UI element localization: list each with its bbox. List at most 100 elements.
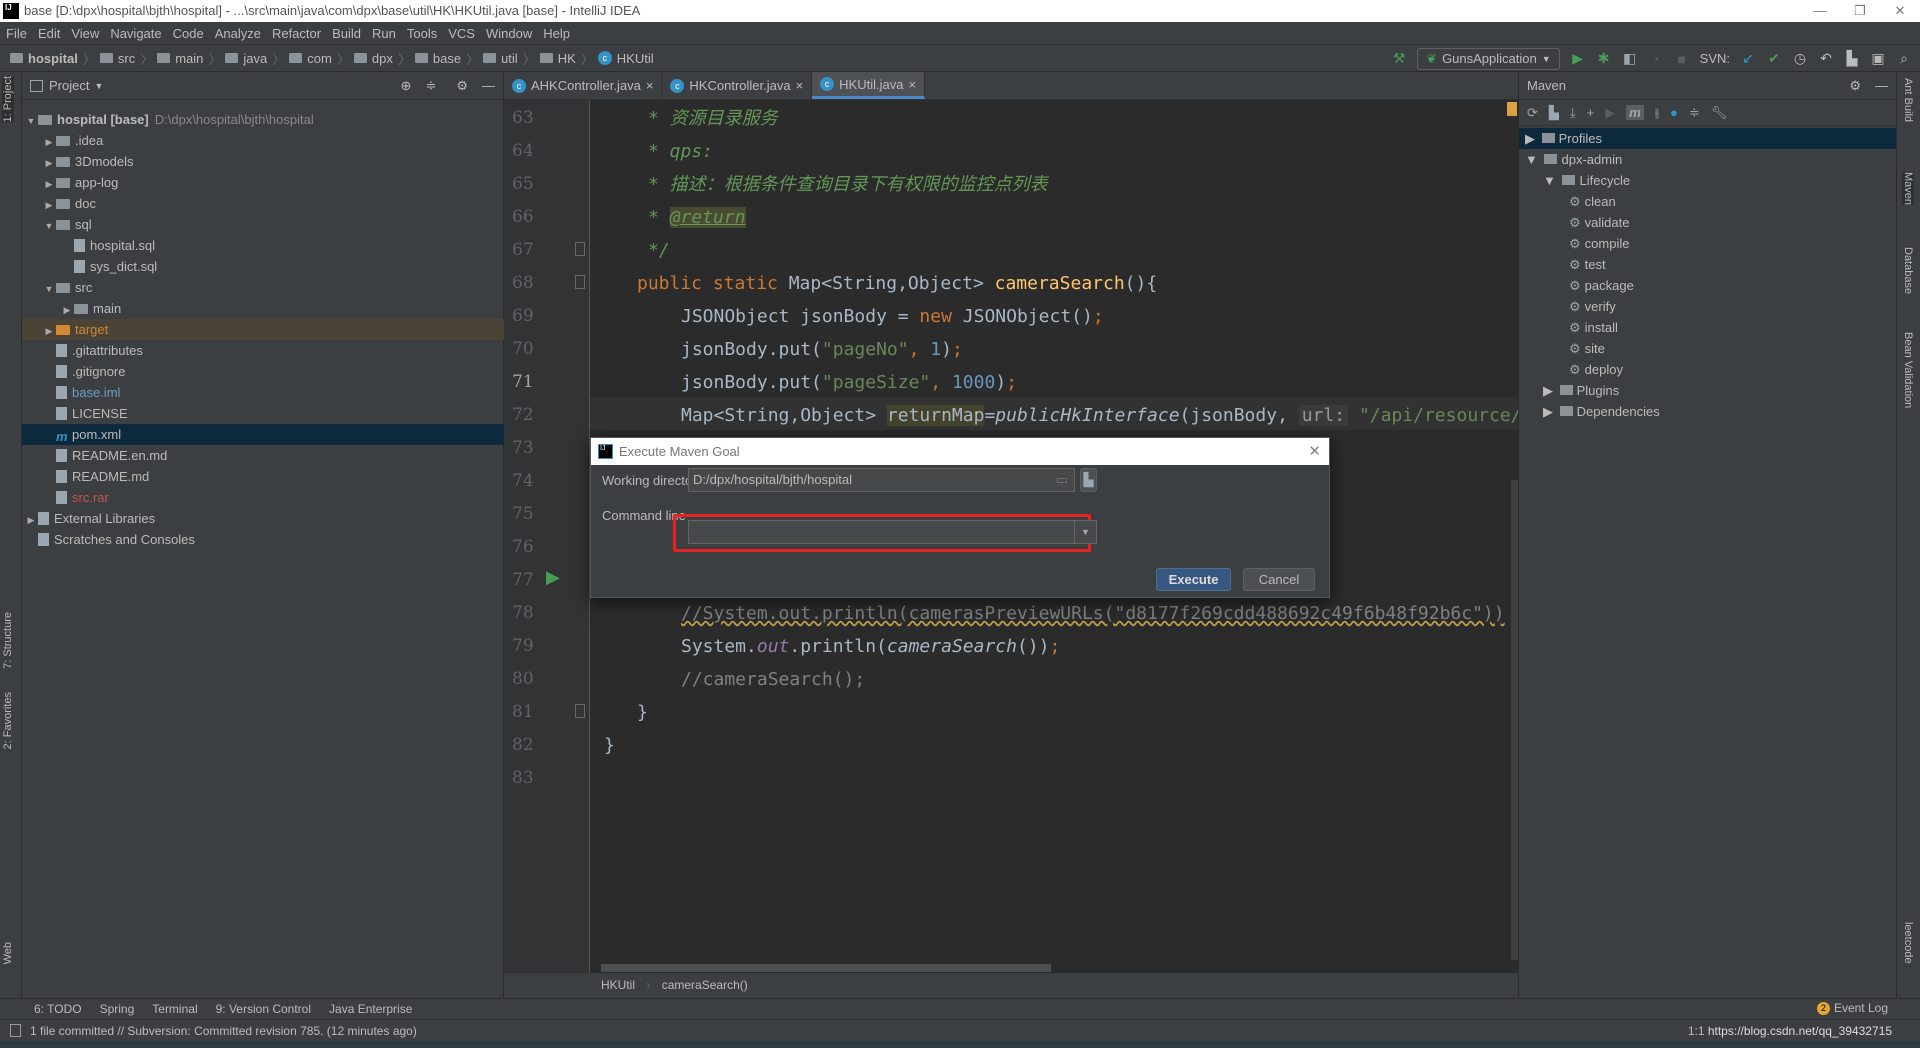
code-line[interactable]: } bbox=[604, 729, 615, 762]
execute-button[interactable]: Execute bbox=[1156, 568, 1231, 591]
menu-window[interactable]: Window bbox=[486, 26, 532, 41]
tree-item[interactable]: src.rar bbox=[22, 487, 504, 508]
tree-item[interactable]: ▶ doc bbox=[22, 193, 504, 214]
menu-file[interactable]: File bbox=[6, 26, 27, 41]
code-line[interactable]: public static Map<String,Object> cameraS… bbox=[637, 267, 1157, 300]
dialog-close-button[interactable]: ✕ bbox=[1308, 438, 1321, 465]
tree-item[interactable]: README.md bbox=[22, 466, 504, 487]
close-tab-icon[interactable]: × bbox=[796, 78, 804, 93]
tab-hkcontroller-java[interactable]: c HKController.java × bbox=[662, 72, 813, 99]
menu-navigate[interactable]: Navigate bbox=[110, 26, 161, 41]
maven-item[interactable]: ▶ Dependencies bbox=[1519, 401, 1896, 422]
toolwindow-terminal[interactable]: Terminal bbox=[152, 1002, 197, 1016]
maven-item[interactable]: ⚙ test bbox=[1519, 254, 1896, 275]
fold-marker-icon[interactable] bbox=[575, 242, 585, 256]
select-module-button[interactable]: ▙ bbox=[1080, 468, 1097, 492]
hide-icon[interactable]: — bbox=[482, 78, 495, 93]
code-line[interactable]: //System.out.println(camerasPreviewURLs(… bbox=[681, 597, 1505, 630]
caret-position[interactable]: 1:1 https://blog.csdn.net/qq_39432715 bbox=[1688, 1020, 1892, 1042]
fold-marker-icon[interactable] bbox=[575, 704, 585, 718]
menu-edit[interactable]: Edit bbox=[38, 26, 60, 41]
tree-item[interactable]: ▶ app-log bbox=[22, 172, 504, 193]
maven-item[interactable]: ▶ Profiles bbox=[1519, 128, 1896, 149]
collapse-all-icon[interactable]: ≑ bbox=[425, 78, 436, 94]
locate-icon[interactable]: ⊕ bbox=[401, 78, 412, 94]
tree-item[interactable]: ▶ 3Dmodels bbox=[22, 151, 504, 172]
tree-item[interactable]: m pom.xml bbox=[22, 424, 504, 445]
chevron-right-icon[interactable]: ▶ bbox=[1525, 131, 1539, 146]
revert-icon[interactable]: ↶ bbox=[1818, 50, 1834, 67]
vertical-scrollbar[interactable] bbox=[1511, 480, 1518, 960]
cancel-button[interactable]: Cancel bbox=[1243, 568, 1315, 591]
toggle-offline-icon[interactable]: ⫲ bbox=[1655, 105, 1659, 121]
download-icon[interactable]: ⤓ bbox=[1570, 105, 1576, 121]
tree-item[interactable]: .gitignore bbox=[22, 361, 504, 382]
chevron-right-icon[interactable]: ▶ bbox=[42, 195, 56, 216]
minimize-button[interactable]: — bbox=[1800, 0, 1840, 22]
maven-item[interactable]: ⚙ clean bbox=[1519, 191, 1896, 212]
maven-item[interactable]: ▼ dpx-admin bbox=[1519, 149, 1896, 170]
tab-favorites[interactable]: 2: Favorites bbox=[2, 692, 14, 749]
code-line[interactable]: jsonBody.put("pageNo", 1); bbox=[681, 333, 963, 366]
tree-item[interactable]: ▶ main bbox=[22, 298, 504, 319]
stop-icon[interactable]: ■ bbox=[1674, 51, 1690, 67]
tab-structure[interactable]: 7: Structure bbox=[2, 612, 14, 669]
coverage-icon[interactable]: ◧ bbox=[1622, 50, 1638, 67]
warning-marker-icon[interactable] bbox=[1507, 102, 1517, 116]
tab-ant-build[interactable]: Ant Build bbox=[1902, 78, 1914, 122]
chevron-down-icon[interactable]: ▼ bbox=[1525, 152, 1541, 167]
menu-analyze[interactable]: Analyze bbox=[215, 26, 261, 41]
fold-marker-icon[interactable] bbox=[575, 275, 585, 289]
maven-item[interactable]: ⚙ validate bbox=[1519, 212, 1896, 233]
tree-item[interactable]: ▼ sql bbox=[22, 214, 504, 235]
presentation-icon[interactable]: ▣ bbox=[1870, 50, 1886, 67]
maven-item[interactable]: ⚙ package bbox=[1519, 275, 1896, 296]
svn-update-icon[interactable]: ↙ bbox=[1740, 50, 1756, 67]
tab-bean-validation[interactable]: Bean Validation bbox=[1902, 332, 1914, 408]
debug-icon[interactable]: ✱ bbox=[1596, 50, 1612, 67]
breadcrumb-method[interactable]: cameraSearch() bbox=[662, 978, 748, 992]
chevron-right-icon[interactable]: ▶ bbox=[60, 300, 74, 321]
menu-build[interactable]: Build bbox=[332, 26, 361, 41]
code-line[interactable]: System.out.println(cameraSearch()); bbox=[681, 630, 1060, 663]
chevron-down-icon[interactable]: ▼ bbox=[42, 216, 56, 237]
menu-code[interactable]: Code bbox=[173, 26, 204, 41]
project-view-selector[interactable]: Project bbox=[49, 78, 89, 93]
breadcrumb-hk[interactable]: HK 〉 bbox=[539, 49, 594, 68]
svn-commit-icon[interactable]: ✔ bbox=[1766, 50, 1782, 67]
maven-item[interactable]: ⚙ verify bbox=[1519, 296, 1896, 317]
tree-item[interactable]: sys_dict.sql bbox=[22, 256, 504, 277]
code-line[interactable]: //cameraSearch(); bbox=[681, 663, 865, 696]
code-line[interactable]: * qps: bbox=[648, 135, 713, 168]
tree-item[interactable]: ▼ hospital [base] D:\dpx\hospital\bjth\hos… bbox=[22, 109, 504, 130]
tree-item[interactable]: hospital.sql bbox=[22, 235, 504, 256]
profile-icon[interactable]: ◔ bbox=[1648, 51, 1664, 67]
tree-item[interactable]: ▶ .idea bbox=[22, 130, 504, 151]
tab-database[interactable]: Database bbox=[1902, 247, 1914, 294]
breadcrumb-class[interactable]: HKUtil bbox=[601, 978, 635, 992]
breadcrumb-src[interactable]: src 〉 bbox=[99, 49, 153, 68]
tree-item[interactable]: ▼ src bbox=[22, 277, 504, 298]
close-tab-icon[interactable]: × bbox=[646, 78, 654, 93]
tree-item[interactable]: base.iml bbox=[22, 382, 504, 403]
tree-item[interactable]: ▶ target bbox=[22, 319, 504, 340]
code-line[interactable]: JSONObject jsonBody = new JSONObject(); bbox=[681, 300, 1104, 333]
menu-tools[interactable]: Tools bbox=[407, 26, 437, 41]
project-structure-icon[interactable]: ▙ bbox=[1844, 50, 1860, 67]
chevron-right-icon[interactable]: ▶ bbox=[42, 174, 56, 195]
toolwindow-versioncontrol[interactable]: 9: Version Control bbox=[216, 1002, 311, 1016]
run-icon[interactable]: ▶ bbox=[1605, 105, 1615, 121]
close-tab-icon[interactable]: × bbox=[908, 77, 916, 92]
run-gutter-icon[interactable]: ▶ bbox=[546, 567, 560, 588]
maven-item[interactable]: ▼ Lifecycle bbox=[1519, 170, 1896, 191]
close-button[interactable]: ✕ bbox=[1880, 0, 1920, 22]
chevron-down-icon[interactable]: ▼ bbox=[94, 81, 103, 91]
tab-leetcode[interactable]: leetcode bbox=[1902, 922, 1914, 964]
toolwindow-javaenterprise[interactable]: Java Enterprise bbox=[329, 1002, 412, 1016]
chevron-right-icon[interactable]: ▶ bbox=[1543, 383, 1557, 398]
tree-item[interactable]: LICENSE bbox=[22, 403, 504, 424]
menu-refactor[interactable]: Refactor bbox=[272, 26, 321, 41]
reimport-icon[interactable]: ⟳ bbox=[1527, 105, 1538, 121]
maven-item[interactable]: ⚙ deploy bbox=[1519, 359, 1896, 380]
code-line[interactable]: * 资源目录服务 bbox=[648, 102, 778, 135]
